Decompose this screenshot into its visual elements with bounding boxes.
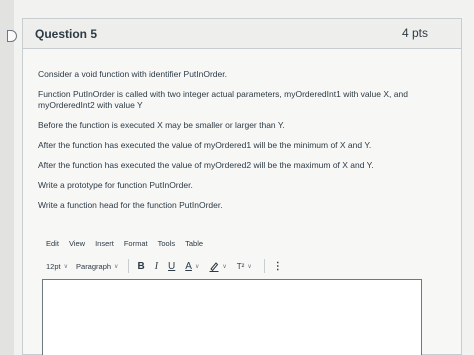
menu-edit[interactable]: Edit — [46, 239, 59, 248]
editor-toolbar: 12pt ∨ Paragraph ∨ B I U A ∨ ∨ T² ∨ ⋮ — [46, 259, 293, 273]
font-size-select[interactable]: 12pt ∨ — [46, 262, 68, 271]
toolbar-divider — [263, 259, 265, 273]
left-sidebar-strip — [0, 0, 14, 355]
question-paragraph: Before the function is executed X may be… — [38, 120, 285, 130]
question-header: Question 5 4 pts — [23, 19, 461, 49]
question-paragraph: Consider a void function with identifier… — [38, 69, 227, 79]
menu-format[interactable]: Format — [124, 239, 148, 248]
more-options-icon[interactable]: ⋮ — [273, 261, 283, 272]
question-points: 4 pts — [401, 26, 428, 40]
menu-view[interactable]: View — [69, 239, 85, 248]
highlight-button[interactable]: ∨ — [209, 261, 227, 272]
chevron-down-icon: ∨ — [194, 263, 200, 270]
chevron-down-icon: ∨ — [114, 263, 119, 270]
toolbar-divider — [128, 259, 130, 273]
font-size-value: 12pt — [46, 261, 61, 271]
menu-insert[interactable]: Insert — [95, 239, 114, 248]
question-paragraph: After the function has executed the valu… — [38, 160, 374, 170]
question-title: Question 5 — [35, 27, 98, 41]
editor-menubar: Edit View Insert Format Tools Table — [46, 239, 203, 248]
flag-icon[interactable] — [7, 30, 17, 42]
question-paragraph: Function PutInOrder is called with two i… — [38, 89, 408, 110]
block-format-value: Paragraph — [76, 261, 112, 271]
superscript-button[interactable]: T² ∨ — [237, 262, 252, 271]
chevron-down-icon: ∨ — [222, 263, 227, 270]
block-format-select[interactable]: Paragraph ∨ — [76, 262, 118, 271]
question-paragraph: Write a function head for the function P… — [38, 200, 223, 210]
highlight-pen-icon — [209, 261, 219, 272]
superscript-icon: T² — [236, 261, 245, 271]
font-color-icon: A — [185, 260, 192, 272]
question-paragraph: After the function has executed the valu… — [38, 140, 372, 150]
chevron-down-icon: ∨ — [63, 263, 69, 270]
chevron-down-icon: ∨ — [247, 263, 252, 270]
question-paragraph: Write a prototype for function PutInOrde… — [38, 180, 193, 190]
question-card: Question 5 4 pts Consider a void functio… — [22, 18, 462, 355]
menu-table[interactable]: Table — [185, 239, 203, 248]
question-text: Consider a void function with identifier… — [38, 69, 438, 220]
font-color-button[interactable]: A ∨ — [185, 261, 199, 272]
bold-button[interactable]: B — [137, 261, 144, 272]
menu-tools[interactable]: Tools — [158, 239, 176, 248]
answer-editor[interactable] — [42, 279, 422, 355]
italic-button[interactable]: I — [155, 261, 158, 272]
underline-button[interactable]: U — [168, 261, 175, 272]
